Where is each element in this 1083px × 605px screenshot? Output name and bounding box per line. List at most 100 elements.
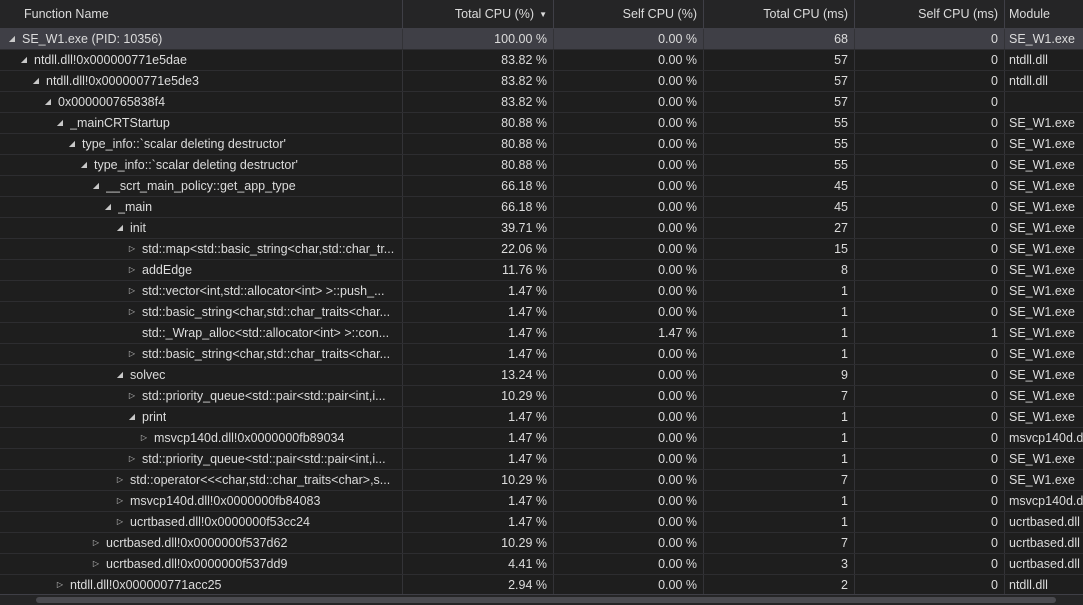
expand-triangle-icon[interactable]: ◢	[114, 365, 126, 385]
table-row[interactable]: ▷ std::basic_string<char,std::char_traits…	[0, 302, 1083, 323]
module-cell: SE_W1.exe	[1009, 347, 1076, 361]
expand-triangle-icon[interactable]: ◢	[54, 113, 66, 133]
table-row[interactable]: ▷ msvcp140d.dll!0x0000000fb84083 1.47 % 0.0…	[0, 491, 1083, 512]
self-cpu-pct-cell: 0.00 %	[554, 533, 704, 553]
collapse-triangle-icon[interactable]: ▷	[90, 533, 102, 553]
expand-triangle-icon[interactable]: ◢	[102, 197, 114, 217]
collapse-triangle-icon[interactable]: ▷	[138, 428, 150, 448]
table-row[interactable]: ◢ _mainCRTStartup 80.88 % 0.00 % 55 0 SE_W1.ex…	[0, 113, 1083, 134]
collapse-triangle-icon[interactable]: ▷	[114, 470, 126, 490]
expand-triangle-icon[interactable]: ◢	[78, 155, 90, 175]
column-header-function-name[interactable]: Function Name	[0, 0, 403, 28]
collapse-triangle-icon[interactable]: ▷	[126, 344, 138, 364]
table-row[interactable]: ▷ ucrtbased.dll!0x0000000f537dd9 4.41 % 0.0…	[0, 554, 1083, 575]
table-row[interactable]: ▷ std::operator<<<char,std::char_traits<c…	[0, 470, 1083, 491]
expand-triangle-icon[interactable]: ◢	[126, 407, 138, 427]
table-row[interactable]: ▷ std::priority_queue<std::pair<std::pair…	[0, 386, 1083, 407]
table-row[interactable]: ◢ ntdll.dll!0x000000771e5dae 83.82 % 0.00 %…	[0, 50, 1083, 71]
total-cpu-ms-cell: 3	[704, 554, 855, 574]
collapse-triangle-icon[interactable]: ▷	[126, 239, 138, 259]
module-cell: SE_W1.exe	[1009, 200, 1076, 214]
expand-triangle-icon[interactable]: ◢	[114, 218, 126, 238]
table-row[interactable]: ▷ std::priority_queue<std::pair<std::pair…	[0, 449, 1083, 470]
total-cpu-ms-cell: 1	[704, 512, 855, 532]
expand-triangle-icon[interactable]: ◢	[30, 71, 42, 91]
self-cpu-ms-cell: 0	[855, 512, 1005, 532]
total-cpu-ms-cell: 55	[704, 113, 855, 133]
self-cpu-ms-cell: 0	[855, 260, 1005, 280]
self-cpu-ms-cell: 0	[855, 386, 1005, 406]
horizontal-scrollbar[interactable]	[0, 594, 1083, 605]
table-row[interactable]: ▷ msvcp140d.dll!0x0000000fb89034 1.47 % 0.0…	[0, 428, 1083, 449]
module-cell: SE_W1.exe	[1009, 137, 1076, 151]
self-cpu-pct-cell: 0.00 %	[554, 575, 704, 595]
expand-triangle-icon[interactable]: ◢	[18, 50, 30, 70]
horizontal-scrollbar-thumb[interactable]	[36, 597, 1056, 603]
collapse-triangle-icon[interactable]: ▷	[90, 554, 102, 574]
total-cpu-pct-cell: 10.29 %	[403, 533, 554, 553]
function-name-cell: ◢ ntdll.dll!0x000000771e5de3	[0, 71, 403, 91]
table-row[interactable]: ◢ ntdll.dll!0x000000771e5de3 83.82 % 0.00 %…	[0, 71, 1083, 92]
table-row[interactable]: ◢ _main 66.18 % 0.00 % 45 0 SE_W1.exe	[0, 197, 1083, 218]
collapse-triangle-icon[interactable]: ▷	[114, 512, 126, 532]
self-cpu-pct-cell: 0.00 %	[554, 218, 704, 238]
total-cpu-ms-cell: 57	[704, 71, 855, 91]
table-row[interactable]: ▷ ucrtbased.dll!0x0000000f537d62 10.29 % 0.…	[0, 533, 1083, 554]
table-row[interactable]: std::_Wrap_alloc<std::allocator<int> >::…	[0, 323, 1083, 344]
expand-triangle-icon[interactable]: ◢	[66, 134, 78, 154]
function-name: _mainCRTStartup	[70, 116, 170, 130]
self-cpu-pct-cell: 0.00 %	[554, 197, 704, 217]
total-cpu-pct-cell: 13.24 %	[403, 365, 554, 385]
table-row[interactable]: ◢ solvec 13.24 % 0.00 % 9 0 SE_W1.exe	[0, 365, 1083, 386]
total-cpu-ms-cell: 1	[704, 428, 855, 448]
collapse-triangle-icon[interactable]: ▷	[126, 386, 138, 406]
table-row[interactable]: ▷ std::vector<int,std::allocator<int> >::…	[0, 281, 1083, 302]
self-cpu-pct-cell: 0.00 %	[554, 386, 704, 406]
expand-triangle-icon[interactable]: ◢	[90, 176, 102, 196]
column-header-module[interactable]: Module	[1005, 0, 1083, 28]
self-cpu-ms-cell: 0	[855, 281, 1005, 301]
collapse-triangle-icon[interactable]: ▷	[54, 575, 66, 595]
collapse-triangle-icon[interactable]: ▷	[126, 449, 138, 469]
module-cell: SE_W1.exe	[1009, 452, 1076, 466]
function-name: __scrt_main_policy::get_app_type	[106, 179, 296, 193]
total-cpu-ms-cell: 27	[704, 218, 855, 238]
table-row[interactable]: ◢ type_info::`scalar deleting destructor'…	[0, 134, 1083, 155]
self-cpu-ms-cell: 0	[855, 449, 1005, 469]
column-header-self-cpu-pct[interactable]: Self CPU (%)	[554, 0, 704, 28]
total-cpu-pct-cell: 1.47 %	[403, 323, 554, 343]
expand-triangle-icon[interactable]: ◢	[42, 92, 54, 112]
function-name: std::operator<<<char,std::char_traits<ch…	[130, 473, 391, 487]
table-row[interactable]: ◢ type_info::`scalar deleting destructor'…	[0, 155, 1083, 176]
function-name-cell: ▷ std::priority_queue<std::pair<std::pair…	[0, 386, 403, 406]
table-row[interactable]: ▷ ntdll.dll!0x000000771acc25 2.94 % 0.00 % 2…	[0, 575, 1083, 596]
total-cpu-pct-cell: 83.82 %	[403, 71, 554, 91]
module-cell: SE_W1.exe	[1009, 221, 1076, 235]
table-row[interactable]: ▷ std::basic_string<char,std::char_traits…	[0, 344, 1083, 365]
collapse-triangle-icon[interactable]: ▷	[126, 302, 138, 322]
function-name: ntdll.dll!0x000000771e5de3	[46, 74, 199, 88]
collapse-triangle-icon[interactable]: ▷	[126, 260, 138, 280]
column-header-total-cpu-ms[interactable]: Total CPU (ms)	[704, 0, 855, 28]
table-row[interactable]: ▷ addEdge 11.76 % 0.00 % 8 0 SE_W1.exe	[0, 260, 1083, 281]
table-row[interactable]: ▷ ucrtbased.dll!0x0000000f53cc24 1.47 % 0.0…	[0, 512, 1083, 533]
collapse-triangle-icon[interactable]: ▷	[126, 281, 138, 301]
table-row[interactable]: ◢ 0x000000765838f4 83.82 % 0.00 % 57 0	[0, 92, 1083, 113]
self-cpu-ms-cell: 0	[855, 428, 1005, 448]
column-header-total-cpu-pct[interactable]: Total CPU (%) ▼	[403, 0, 554, 28]
table-row[interactable]: ◢ SE_W1.exe (PID: 10356) 100.00 % 0.00 % 68 0…	[0, 29, 1083, 50]
table-row[interactable]: ▷ std::map<std::basic_string<char,std::ch…	[0, 239, 1083, 260]
function-name-cell: ▷ std::vector<int,std::allocator<int> >::…	[0, 281, 403, 301]
table-row[interactable]: ◢ print 1.47 % 0.00 % 1 0 SE_W1.exe	[0, 407, 1083, 428]
self-cpu-ms-cell: 0	[855, 554, 1005, 574]
expand-triangle-icon[interactable]: ◢	[6, 29, 18, 49]
table-row[interactable]: ◢ __scrt_main_policy::get_app_type 66.18 %…	[0, 176, 1083, 197]
collapse-triangle-icon[interactable]: ▷	[114, 491, 126, 511]
function-name: ucrtbased.dll!0x0000000f537d62	[106, 536, 288, 550]
column-header-self-cpu-ms[interactable]: Self CPU (ms)	[855, 0, 1005, 28]
function-name: solvec	[130, 368, 166, 382]
function-name: std::priority_queue<std::pair<std::pair<…	[142, 452, 386, 466]
total-cpu-ms-cell: 1	[704, 407, 855, 427]
table-row[interactable]: ◢ init 39.71 % 0.00 % 27 0 SE_W1.exe	[0, 218, 1083, 239]
module-cell: SE_W1.exe	[1009, 326, 1076, 340]
